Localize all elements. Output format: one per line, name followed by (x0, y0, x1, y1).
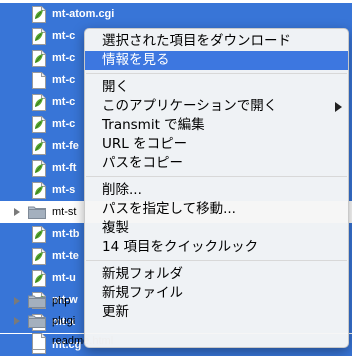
document-icon (32, 333, 46, 350)
menu-item[interactable]: 選択された項目をダウンロード (85, 32, 348, 51)
file-name: mt-ft (52, 162, 77, 174)
menu-item-label: URL をコピー (102, 136, 188, 152)
cgi-file-icon (32, 50, 46, 67)
context-menu[interactable]: 選択された項目をダウンロード 情報を見る開くこのアプリケーションで開く Transm… (84, 28, 349, 348)
menu-item-label: 複製 (102, 220, 129, 236)
menu-item-label: 情報を見る (102, 52, 170, 68)
menu-item-label: Transmit で編集 (102, 117, 205, 133)
menu-item[interactable]: 開く (85, 78, 348, 97)
file-name: mt-fe (52, 140, 79, 152)
menu-item[interactable]: 新規ファイル (85, 284, 348, 303)
menu-item[interactable]: 新規フォルダ (85, 265, 348, 284)
menu-item-label: 選択された項目をダウンロード (102, 33, 291, 49)
cgi-file-icon (32, 160, 46, 177)
file-row[interactable]: mt-atom.cgi (0, 3, 352, 25)
menu-item-label: 開く (102, 79, 129, 95)
menu-item-label: 更新 (102, 304, 129, 320)
menu-item[interactable]: Transmit で編集 (85, 116, 348, 135)
file-name: mt-u (52, 272, 76, 284)
menu-item-label: パスをコピー (102, 155, 183, 171)
menu-item-label: このアプリケーションで開く (102, 98, 278, 114)
menu-item-label: 削除... (102, 182, 142, 198)
folder-icon (28, 294, 46, 308)
file-name: mt-st (52, 206, 77, 218)
file-name: mt-s (52, 184, 76, 196)
cgi-file-icon (32, 28, 46, 45)
file-name: mt-c (52, 30, 76, 42)
menu-item-label: 新規フォルダ (102, 266, 183, 282)
menu-item[interactable]: URL をコピー (85, 135, 348, 154)
file-name: mt-c (52, 118, 76, 130)
file-name: php (52, 295, 71, 307)
cgi-file-icon (32, 270, 46, 287)
menu-item[interactable]: 更新 (85, 303, 348, 322)
menu-item-label: パスを指定して移動... (102, 201, 236, 217)
file-name: mt-te (52, 250, 79, 262)
submenu-arrow-icon (335, 102, 342, 112)
disclosure-triangle-icon[interactable] (14, 317, 20, 325)
menu-separator (86, 260, 347, 261)
menu-item[interactable]: パスをコピー (85, 154, 348, 173)
cgi-file-icon (32, 94, 46, 111)
menu-item[interactable]: 14 項目をクイックルック (85, 238, 348, 257)
menu-item[interactable]: 削除... (85, 181, 348, 200)
file-name: plugi (52, 315, 76, 327)
cgi-file-icon (32, 182, 46, 199)
menu-item-label: 新規ファイル (102, 285, 183, 301)
file-name: mt-c (52, 96, 76, 108)
folder-icon (28, 205, 46, 219)
cgi-file-icon (32, 248, 46, 265)
cgi-file-icon (32, 6, 46, 23)
cgi-file-icon (32, 116, 46, 133)
disclosure-triangle-icon[interactable] (14, 208, 20, 216)
menu-item[interactable]: 情報を見る (85, 51, 348, 70)
menu-item[interactable]: 複製 (85, 219, 348, 238)
file-name: mt-atom.cgi (52, 8, 115, 20)
file-name: mt-c (52, 52, 76, 64)
cgi-file-icon (32, 226, 46, 243)
cgi-file-icon (32, 138, 46, 155)
disclosure-triangle-icon[interactable] (14, 297, 20, 305)
menu-item-label: 14 項目をクイックルック (102, 239, 259, 255)
menu-separator (86, 176, 347, 177)
file-name: mt-tb (52, 228, 80, 240)
menu-item[interactable]: パスを指定して移動... (85, 200, 348, 219)
folder-icon (28, 314, 46, 328)
menu-separator (86, 73, 347, 74)
menu-item[interactable]: このアプリケーションで開く (85, 97, 348, 116)
file-name: mt-c (52, 74, 76, 86)
document-icon (32, 72, 46, 89)
